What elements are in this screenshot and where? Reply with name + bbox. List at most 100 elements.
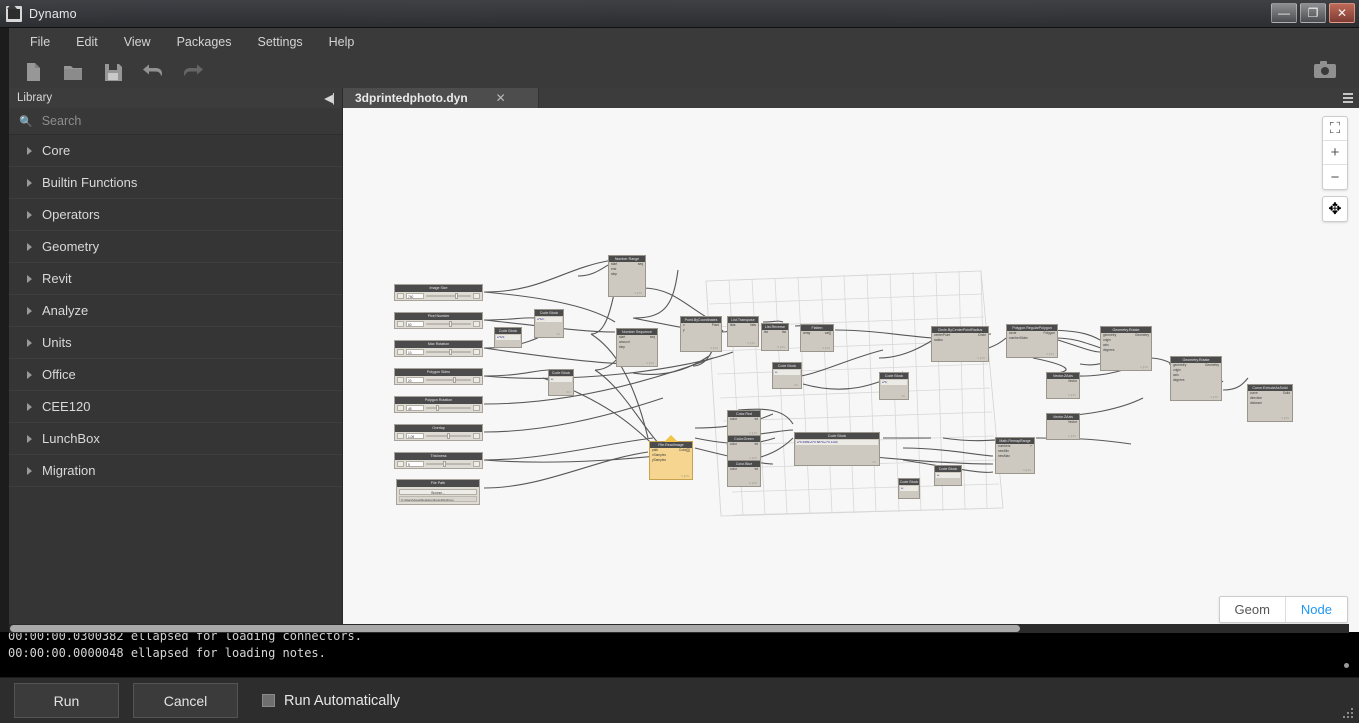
code-text[interactable]: a; bbox=[900, 486, 918, 491]
port-out[interactable]: Geometry bbox=[1205, 363, 1219, 368]
sidebar-item-core[interactable]: Core bbox=[9, 135, 342, 167]
node-workspace-canvas[interactable]: Image Size 740 Pixel Number 60 Max Rotat… bbox=[343, 108, 1359, 632]
node-pixel-number[interactable]: Pixel Number 60 bbox=[394, 312, 483, 329]
node-polygon-regularpolygon[interactable]: Polygon.RegularPolygon circle Polygon num… bbox=[1006, 324, 1058, 358]
port-in[interactable]: y bbox=[683, 328, 685, 333]
node-overlap[interactable]: Overlap 1.05 bbox=[394, 424, 483, 441]
port-out[interactable]: Point bbox=[712, 323, 719, 328]
slider-min-box[interactable] bbox=[397, 293, 404, 299]
minimize-button[interactable]: — bbox=[1271, 3, 1297, 23]
code-text[interactable]: a; bbox=[774, 370, 800, 375]
menu-file[interactable]: File bbox=[17, 31, 63, 53]
tab-3dprintedphoto[interactable]: 3dprintedphoto.dyn ✕ bbox=[343, 88, 539, 108]
slider-max-box[interactable] bbox=[473, 405, 480, 411]
code-text[interactable]: a*b/2; bbox=[496, 335, 520, 340]
close-button[interactable]: ✕ bbox=[1329, 3, 1355, 23]
run-automatically-row[interactable]: Run Automatically bbox=[262, 693, 400, 709]
node-code-block-5[interactable]: Code Block a*b; >> bbox=[879, 372, 909, 400]
undo-icon[interactable] bbox=[141, 60, 165, 84]
node-list-reverse[interactable]: List.Reverse list list > | >> bbox=[761, 323, 789, 351]
port-out[interactable]: Polygon bbox=[1043, 331, 1055, 336]
port-out[interactable]: seq bbox=[638, 262, 643, 267]
node-code-block-6[interactable]: Code Block a; bbox=[934, 465, 962, 486]
port-in[interactable]: color bbox=[730, 442, 737, 447]
node-math-remaprange[interactable]: Math.RemapRange numbers ↗ newMin newMax >… bbox=[995, 437, 1035, 474]
port-in[interactable]: step bbox=[619, 345, 625, 350]
code-text[interactable]: a*0.2989+b*0.5870+c*0.1140; bbox=[796, 440, 878, 445]
slider-max-box[interactable] bbox=[473, 321, 480, 327]
port-in[interactable]: list bbox=[764, 330, 768, 335]
menu-edit[interactable]: Edit bbox=[63, 31, 111, 53]
code-text[interactable]: a*b/c; bbox=[536, 317, 562, 322]
port-in[interactable]: distance bbox=[1250, 401, 1262, 406]
slider-track[interactable] bbox=[426, 377, 471, 383]
port-in[interactable]: degrees bbox=[1103, 348, 1115, 353]
port-in[interactable]: lists bbox=[730, 323, 736, 328]
node-list-transpose[interactable]: List.Transpose lists lists > | >> bbox=[727, 316, 759, 347]
node-point-bycoordinates[interactable]: Point.ByCoordinates x Point y > | >> bbox=[680, 316, 722, 352]
port-out[interactable]: Vector bbox=[1068, 420, 1077, 425]
slider-max-box[interactable] bbox=[473, 433, 480, 439]
node-vector-zaxis-2[interactable]: Vector.ZAxis Vector > | >> bbox=[1046, 413, 1080, 440]
port-out[interactable]: int bbox=[755, 442, 758, 447]
node-vector-zaxis-1[interactable]: Vector.ZAxis Vector > | >> bbox=[1046, 372, 1080, 399]
node-geometry-rotate-2[interactable]: Geometry.Rotate geometry Geometry origin … bbox=[1170, 356, 1222, 401]
port-in[interactable]: numberSides bbox=[1009, 336, 1028, 341]
slider-track[interactable] bbox=[426, 321, 471, 327]
port-in[interactable]: newMax bbox=[998, 454, 1010, 459]
port-out[interactable]: Solid bbox=[1283, 391, 1290, 396]
menu-packages[interactable]: Packages bbox=[164, 31, 245, 53]
node-code-block-3[interactable]: Code Block a; >> bbox=[548, 369, 574, 396]
slider-max-box[interactable] bbox=[473, 349, 480, 355]
node-file-path[interactable]: File Path Browse... C:\Users\Asus\Deskto… bbox=[396, 479, 480, 505]
slider-min-box[interactable] bbox=[397, 405, 404, 411]
port-out[interactable]: int bbox=[755, 467, 758, 472]
run-automatically-checkbox[interactable] bbox=[262, 694, 275, 707]
port-out[interactable]: lists bbox=[751, 323, 757, 328]
slider-track[interactable] bbox=[426, 349, 471, 355]
node-flatten[interactable]: Flatten array var[] > | >> bbox=[800, 324, 834, 352]
new-file-icon[interactable] bbox=[21, 60, 45, 84]
menu-settings[interactable]: Settings bbox=[244, 31, 315, 53]
slider-track[interactable] bbox=[426, 293, 471, 299]
port-in[interactable]: ySamples bbox=[652, 458, 666, 463]
slider-value[interactable]: 5 bbox=[406, 461, 424, 467]
slider-max-box[interactable] bbox=[473, 293, 480, 299]
node-code-block-1[interactable]: Code Block a*b/c; >> bbox=[534, 309, 564, 338]
menu-help[interactable]: Help bbox=[316, 31, 368, 53]
slider-track[interactable] bbox=[426, 433, 471, 439]
camera-icon[interactable] bbox=[1313, 60, 1337, 84]
sidebar-item-builtin-functions[interactable]: Builtin Functions bbox=[9, 167, 342, 199]
node-color-green[interactable]: Color.Green color int > | >> bbox=[727, 435, 761, 462]
zoom-in-icon[interactable]: + bbox=[1323, 141, 1347, 165]
slider-value[interactable]: 740 bbox=[406, 293, 424, 299]
port-in[interactable]: color bbox=[730, 467, 737, 472]
slider-min-box[interactable] bbox=[397, 377, 404, 383]
port-in[interactable]: radius bbox=[934, 338, 943, 343]
node-image-size[interactable]: Image Size 740 bbox=[394, 284, 483, 301]
slider-value[interactable]: 45 bbox=[406, 405, 424, 411]
node-max-rotation[interactable]: Max Rotation 10 bbox=[394, 340, 483, 357]
sidebar-item-lunchbox[interactable]: LunchBox bbox=[9, 423, 342, 455]
node-file-readimage[interactable]: File.ReadImage path Color[][] xSamples yS… bbox=[649, 435, 693, 480]
port-out[interactable]: list bbox=[782, 330, 786, 335]
cancel-button[interactable]: Cancel bbox=[133, 683, 238, 718]
slider-min-box[interactable] bbox=[397, 349, 404, 355]
zoom-to-fit-icon[interactable]: ⛶ bbox=[1323, 117, 1347, 141]
port-out[interactable]: Circle bbox=[978, 333, 986, 338]
node-thickness[interactable]: Thickness 5 bbox=[394, 452, 483, 469]
node-code-block-7[interactable]: Code Block a; bbox=[898, 478, 920, 499]
port-out[interactable]: Vector bbox=[1068, 379, 1077, 384]
code-text[interactable]: a*b; bbox=[881, 380, 907, 385]
node-color-blue[interactable]: Color.Blue color int > | >> bbox=[727, 460, 761, 487]
sidebar-item-analyze[interactable]: Analyze bbox=[9, 295, 342, 327]
open-file-icon[interactable] bbox=[61, 60, 85, 84]
node-number-sequence[interactable]: Number Sequence start seq amount step > |… bbox=[616, 328, 658, 367]
slider-max-box[interactable] bbox=[473, 461, 480, 467]
slider-min-box[interactable] bbox=[397, 433, 404, 439]
slider-min-box[interactable] bbox=[397, 321, 404, 327]
slider-value[interactable]: 20 bbox=[406, 377, 424, 383]
sidebar-item-migration[interactable]: Migration bbox=[9, 455, 342, 487]
collapse-panel-icon[interactable]: ◀| bbox=[324, 91, 335, 105]
sidebar-item-units[interactable]: Units bbox=[9, 327, 342, 359]
